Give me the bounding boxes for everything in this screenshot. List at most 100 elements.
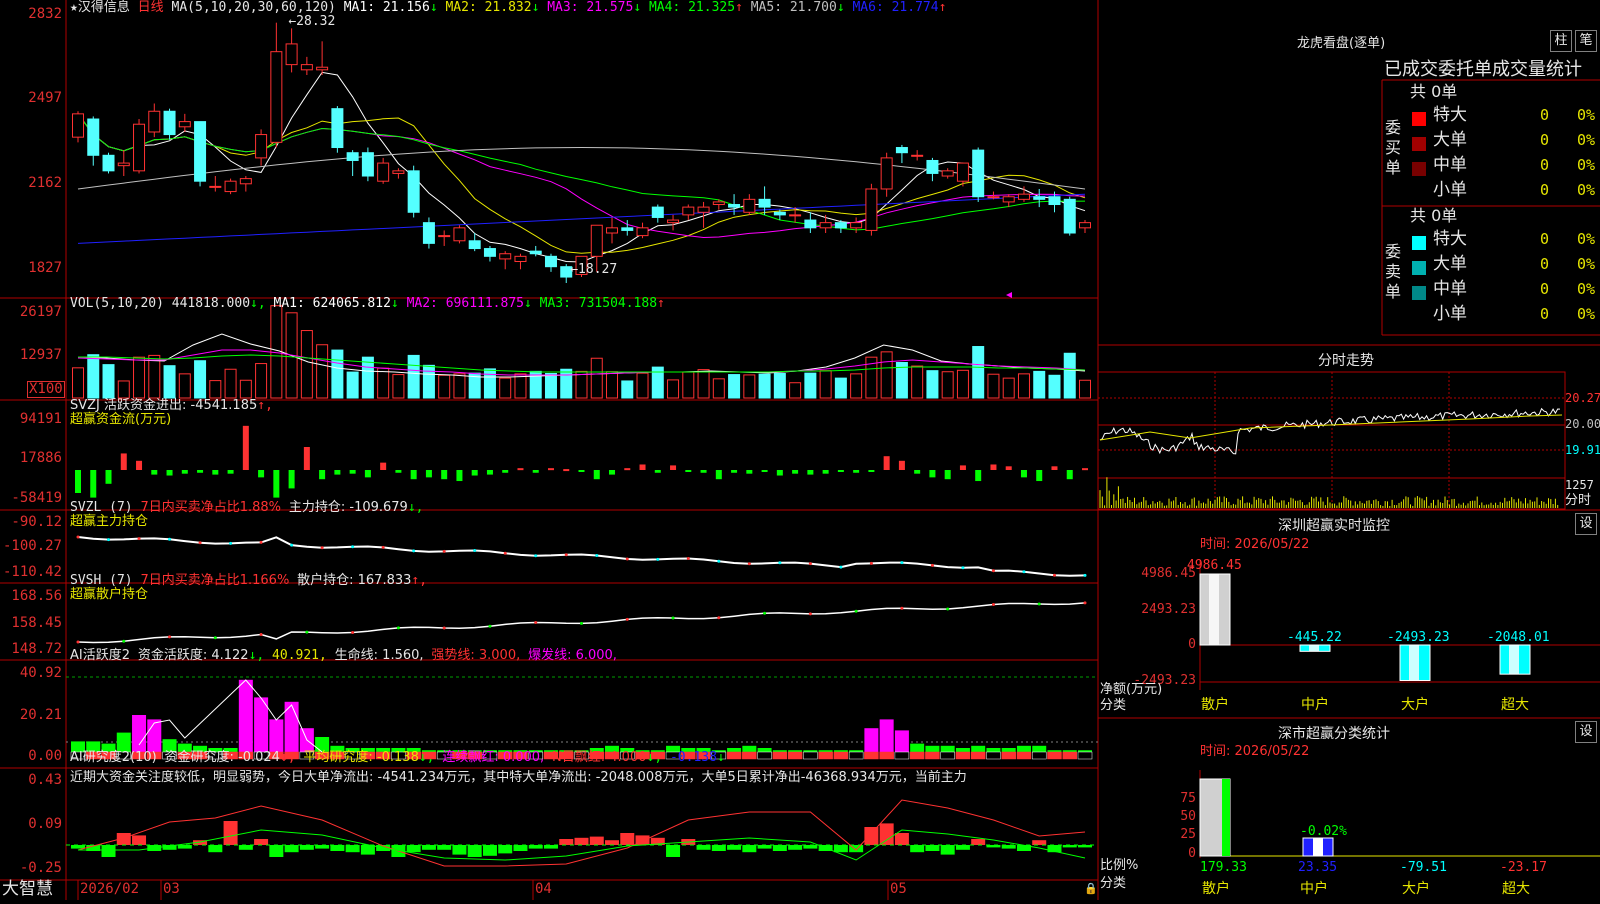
ai2-bar	[269, 845, 284, 857]
ai2-bar	[254, 839, 269, 845]
svzl-header: SVZL (7) 7日内买卖净占比1.88% 主力持仓: -109.679↓,	[70, 500, 423, 515]
volume-bar	[712, 378, 725, 399]
volume-bar	[544, 373, 557, 399]
volume-bar	[560, 368, 573, 399]
svsh-subtitle: 超赢散户持仓	[70, 587, 149, 602]
svzj-bar	[517, 468, 524, 471]
vol-value: 441818.000	[171, 296, 251, 311]
candle-body	[544, 255, 557, 268]
svzj-bar	[898, 460, 905, 470]
candle-body	[956, 162, 969, 182]
y-tick-0-0: 2832	[28, 6, 62, 22]
volume-bar	[438, 374, 451, 399]
favorite-star-icon[interactable]: ★	[70, 0, 78, 15]
svzj-bar	[90, 470, 97, 498]
indicator-arrow-0: ↓	[390, 296, 399, 311]
classify-value-0: 179.33	[1200, 860, 1247, 875]
candle-body	[529, 250, 542, 255]
ai2-bar	[711, 845, 726, 851]
svsh-dot	[168, 635, 172, 639]
svzj-bar	[715, 470, 722, 480]
svzj-bar	[1036, 470, 1043, 482]
monitor-xlabel: 分类	[1100, 698, 1127, 713]
svzj-bar	[364, 470, 371, 478]
tick-mode-button[interactable]: 笔	[1575, 30, 1597, 52]
y-tick-5-0: 40.92	[19, 665, 62, 681]
classify-time: 时间: 2026/05/22	[1200, 744, 1310, 759]
svzl-dot	[930, 563, 934, 567]
svzj-bar	[654, 470, 661, 473]
stock-terminal: ★汉得信息 日线 MA(5,10,20,30,60,120) MA1: 21.1…	[0, 0, 1600, 900]
volume-bar	[194, 360, 207, 399]
ai2-bar	[299, 845, 314, 850]
ai2-p2: 平均研究度: -0.138	[303, 750, 419, 765]
sell-row-name-2: 中单	[1433, 279, 1467, 299]
ai1-base-block	[818, 751, 833, 760]
candle-body	[117, 162, 130, 167]
candle-body	[178, 121, 191, 128]
svzj-bar	[990, 464, 997, 470]
svsh-dot	[1083, 601, 1087, 605]
svzj-bar	[700, 470, 707, 473]
vol-header: VOL(5,10,20) 441818.000↓, MA1: 624065.81…	[70, 296, 665, 311]
svzl-dot	[168, 537, 172, 541]
buy-row-name-0: 特大	[1433, 105, 1467, 125]
candle-body	[148, 110, 161, 133]
volume-bar	[606, 371, 619, 399]
ai1-base-block	[833, 751, 849, 760]
classify-settings-button[interactable]: 设	[1575, 721, 1597, 743]
svzj-bar	[75, 470, 81, 493]
svsh-name: SVSH (7)	[70, 573, 133, 588]
monitor-settings-button[interactable]: 设	[1575, 513, 1597, 535]
volume-bar	[72, 367, 84, 399]
ai2-p5: -0.138	[669, 750, 717, 765]
candle-body	[895, 147, 908, 154]
buy-swatch-3	[1412, 187, 1426, 201]
svzl-arrow: ↓,	[407, 500, 424, 515]
ai2-bar	[330, 845, 345, 851]
svzl-dot	[351, 545, 355, 549]
volume-bar	[575, 370, 588, 399]
indicator-value-1: MA2: 696111.875	[398, 296, 524, 311]
ai2-bar	[208, 845, 223, 853]
bar-mode-button[interactable]: 柱	[1550, 30, 1572, 52]
y-tick-0-3: 1827	[28, 260, 62, 276]
volume-bar	[590, 357, 603, 399]
indicator-value-2: MA3: 731504.188	[531, 296, 658, 311]
svzl-dot	[137, 537, 141, 541]
svzj-bar	[395, 470, 402, 473]
svzl-dot	[320, 546, 324, 550]
candle-body	[361, 152, 374, 177]
date-label-3: 05	[890, 881, 907, 897]
ai2-bar	[666, 845, 681, 857]
ai1-base-block	[925, 751, 940, 760]
indicator-arrow-2: ↑	[657, 296, 665, 311]
monitor-value-0: 4986.45	[1187, 558, 1242, 573]
brand-logo: 大智慧	[2, 879, 53, 899]
candle-body	[331, 108, 344, 149]
ai2-bar	[467, 845, 482, 857]
ai2-bar	[513, 845, 528, 851]
svsh-dot	[900, 606, 904, 610]
svzl-dot	[747, 562, 751, 566]
candle-body	[1002, 196, 1015, 203]
classify-xlabel: 分类	[1100, 876, 1127, 891]
candle-body	[102, 154, 115, 172]
svzl-dot	[198, 541, 202, 545]
indicator-value-5: MA6: 21.774	[844, 0, 939, 15]
period-label[interactable]: 日线	[138, 0, 164, 15]
y-tick-2-2: -58419	[11, 490, 62, 506]
svzj-bar	[380, 462, 387, 470]
ma-values: MA1: 21.156↓ MA2: 21.832↓ MA3: 21.575↓ M…	[344, 0, 947, 15]
ai2-bar	[360, 845, 375, 855]
volume-bar	[255, 363, 268, 399]
classify-value-1: 23.35	[1298, 860, 1338, 875]
indicator-value-0: MA1: 21.156	[343, 0, 430, 15]
candle-body	[667, 219, 680, 224]
candle-body	[880, 157, 893, 190]
lock-icon[interactable]: 🔒	[1084, 881, 1098, 896]
classify-ytick-0: 75	[1180, 791, 1196, 806]
svzl-subtitle: 超赢主力持仓	[70, 514, 149, 529]
classify-bar-label: -0.02%	[1300, 824, 1347, 839]
svzl-dot	[1083, 573, 1087, 577]
